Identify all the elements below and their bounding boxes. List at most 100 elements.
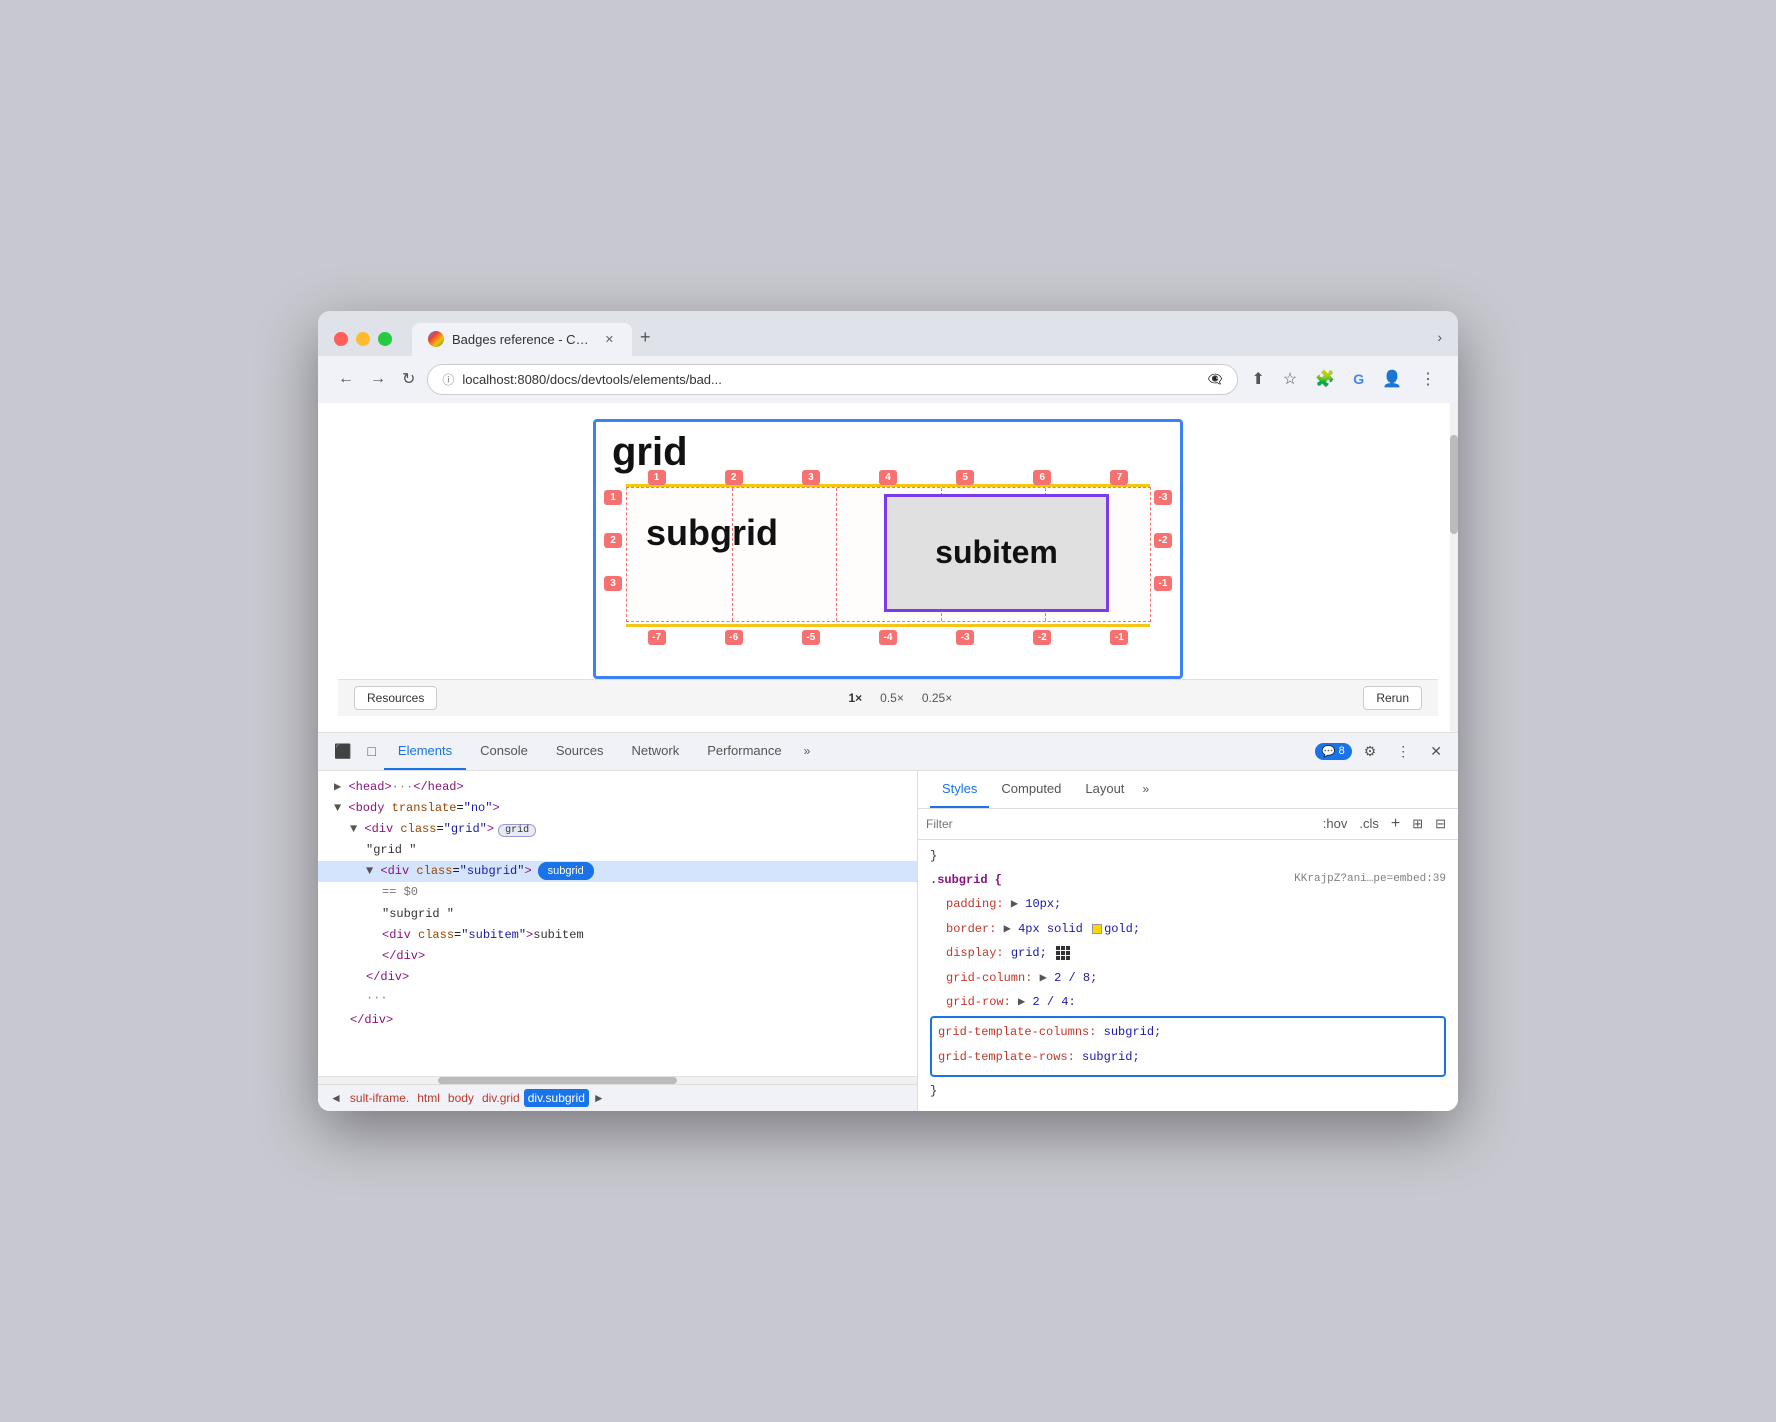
styles-panel: Styles Computed Layout » :hov .cls + ⊞ ⊟ — [918, 771, 1458, 1112]
element-line-div-close[interactable]: </div> — [318, 946, 917, 967]
styles-tab-layout[interactable]: Layout — [1073, 771, 1136, 808]
styles-toolbar: :hov .cls + ⊞ ⊟ — [918, 809, 1458, 840]
breadcrumb-item-divgrid[interactable]: div.grid — [478, 1089, 524, 1107]
css-prop-name-grid-row: grid-row: — [946, 995, 1011, 1009]
element-line-subgrid-text[interactable]: "subgrid " — [318, 904, 917, 925]
element-line-grid-text[interactable]: "grid " — [318, 840, 917, 861]
bookmark-button[interactable]: ☆ — [1277, 365, 1303, 393]
css-triangle-grid-column[interactable]: ▶ — [1040, 971, 1047, 985]
element-line-grid[interactable]: ▼ <div class="grid">grid — [318, 819, 917, 840]
element-line-subitem[interactable]: <div class="subitem">subitem — [318, 925, 917, 946]
element-line-subgrid[interactable]: ▼ <div class="subgrid">subgrid — [318, 861, 917, 882]
notifications-badge[interactable]: 💬 8 — [1315, 743, 1352, 760]
element-line-head[interactable]: ▶ <head>···</head> — [318, 777, 917, 798]
add-style-button[interactable]: + — [1387, 813, 1404, 835]
tab-console[interactable]: Console — [466, 733, 542, 770]
address-bar: ← → ↻ ⓘ localhost:8080/docs/devtools/ele… — [318, 356, 1458, 403]
devtools-panel: ⬛ □ Elements Console Sources Network Per… — [318, 733, 1458, 1112]
active-tab[interactable]: Badges reference - Chrome D ✕ — [412, 323, 632, 356]
rerun-button[interactable]: Rerun — [1363, 686, 1422, 710]
sidebar-style-button[interactable]: ⊟ — [1431, 813, 1450, 835]
grid-cell — [1066, 956, 1070, 960]
elements-scrollbar-thumb — [438, 1077, 678, 1084]
inspect-element-button[interactable]: ⬛ — [326, 733, 359, 770]
refresh-button[interactable]: ↻ — [398, 365, 419, 393]
css-source[interactable]: KKrajpZ?ani…pe=embed:39 — [1294, 870, 1446, 889]
extensions-button[interactable]: 🧩 — [1309, 365, 1341, 393]
url-text: localhost:8080/docs/devtools/elements/ba… — [462, 372, 1199, 387]
css-prop-name-display: display: — [946, 946, 1004, 960]
device-toggle-button[interactable]: □ — [359, 733, 383, 769]
toggle-style-button[interactable]: ⊞ — [1408, 813, 1427, 835]
grid-num-3: 3 — [802, 470, 820, 485]
css-prop-display: display: grid; — [930, 943, 1446, 963]
grid-num-neg5: -5 — [802, 630, 820, 645]
styles-tab-computed[interactable]: Computed — [989, 771, 1073, 808]
back-button[interactable]: ← — [334, 366, 358, 392]
cls-button[interactable]: .cls — [1355, 813, 1383, 835]
element-line-grid-close[interactable]: </div> — [318, 1010, 917, 1031]
maximize-traffic-light[interactable] — [378, 332, 392, 346]
tab-performance[interactable]: Performance — [693, 733, 795, 770]
css-prop-value-grid-row: 2 / 4: — [1032, 995, 1075, 1009]
css-prop-name-grid-column: grid-column: — [946, 971, 1032, 985]
url-bar[interactable]: ⓘ localhost:8080/docs/devtools/elements/… — [427, 364, 1237, 395]
more-tabs-button[interactable]: » — [796, 734, 819, 768]
grid-numbers-right: -3 -2 -1 — [1154, 490, 1172, 591]
more-options-button[interactable]: ⋮ — [1388, 733, 1418, 770]
breadcrumb-item-body[interactable]: body — [444, 1089, 478, 1107]
element-line-subgrid-close[interactable]: </div> — [318, 967, 917, 988]
zoom-1x-button[interactable]: 1× — [842, 688, 868, 708]
menu-button[interactable]: ⋮ — [1414, 365, 1442, 393]
breadcrumb-item-iframe[interactable]: sult-iframe. — [346, 1089, 413, 1107]
breadcrumb-item-html[interactable]: html — [413, 1089, 444, 1107]
breadcrumb-left-arrow[interactable]: ◄ — [326, 1091, 346, 1105]
css-prop-grid-row: grid-row: ▶ 2 / 4: — [930, 992, 1446, 1012]
google-button[interactable]: G — [1347, 367, 1370, 391]
css-triangle-padding[interactable]: ▶ — [1011, 897, 1018, 911]
grid-num-2: 2 — [725, 470, 743, 485]
subitem-box: subitem — [884, 494, 1109, 612]
breadcrumb-item-divsubgrid[interactable]: div.subgrid — [524, 1089, 589, 1107]
element-line-dots[interactable]: ··· — [318, 988, 917, 1009]
css-prop-name-border: border: — [946, 922, 996, 936]
grid-num-neg4: -4 — [879, 630, 897, 645]
elements-horizontal-scrollbar[interactable] — [318, 1076, 917, 1084]
tab-sources[interactable]: Sources — [542, 733, 618, 770]
grid-label: grid — [612, 430, 688, 475]
element-line-body[interactable]: ▼ <body translate="no"> — [318, 798, 917, 819]
zoom-025x-button[interactable]: 0.25× — [916, 688, 958, 708]
styles-more-tabs[interactable]: » — [1136, 772, 1155, 806]
gold-color-swatch[interactable] — [1092, 924, 1102, 934]
preview-area: grid 1 2 3 4 5 6 7 -7 — [318, 403, 1458, 733]
css-triangle-border[interactable]: ▶ — [1004, 922, 1011, 936]
close-devtools-button[interactable]: ✕ — [1422, 733, 1450, 770]
minimize-traffic-light[interactable] — [356, 332, 370, 346]
devtools-toolbar-right: 💬 8 ⚙ ⋮ ✕ — [1315, 733, 1450, 770]
styles-tab-styles[interactable]: Styles — [930, 771, 989, 808]
tab-network[interactable]: Network — [618, 733, 694, 770]
new-tab-button[interactable]: + — [632, 323, 659, 352]
breadcrumb-right-arrow[interactable]: ► — [589, 1091, 609, 1105]
element-line-pseudo[interactable]: == $0 — [318, 882, 917, 903]
resources-button[interactable]: Resources — [354, 686, 437, 710]
hov-button[interactable]: :hov — [1319, 813, 1352, 835]
chevron-down-button[interactable]: › — [1437, 329, 1442, 345]
preview-scrollbar[interactable] — [1450, 403, 1458, 732]
close-traffic-light[interactable] — [334, 332, 348, 346]
css-rule-closing-brace: } — [930, 1081, 1446, 1101]
settings-button[interactable]: ⚙ — [1356, 733, 1385, 770]
grid-display-icon[interactable] — [1056, 946, 1070, 960]
grid-num-4: 4 — [879, 470, 897, 485]
styles-filter-input[interactable] — [926, 817, 1311, 831]
tab-close-button[interactable]: ✕ — [603, 331, 616, 348]
css-triangle-grid-row[interactable]: ▶ — [1018, 995, 1025, 1009]
profile-button[interactable]: 👤 — [1376, 365, 1408, 393]
share-button[interactable]: ⬆ — [1246, 365, 1271, 393]
forward-button[interactable]: → — [366, 366, 390, 392]
grid-cell — [1066, 951, 1070, 955]
grid-num-neg3: -3 — [956, 630, 974, 645]
grid-num-left-2: 2 — [604, 533, 622, 548]
tab-elements[interactable]: Elements — [384, 733, 466, 770]
zoom-05x-button[interactable]: 0.5× — [874, 688, 910, 708]
